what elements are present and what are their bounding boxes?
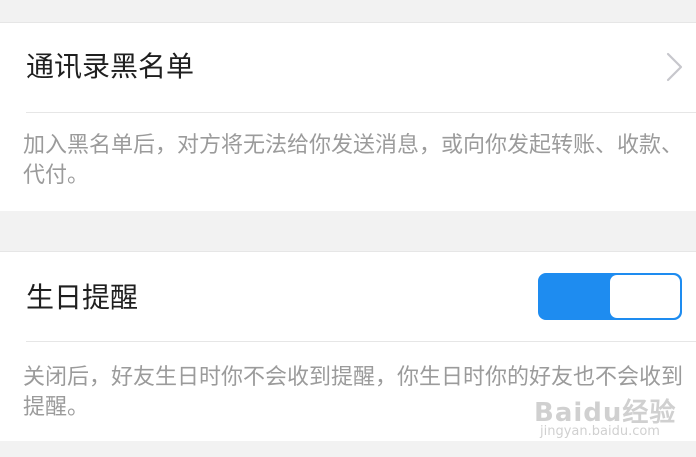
blacklist-description: 加入黑名单后，对方将无法给你发送消息，或向你发起转账、收款、代付。 [23, 133, 684, 188]
birthday-description: 关闭后，好友生日时你不会收到提醒，你生日时你的好友也不会收到提醒。 [23, 365, 684, 420]
row-divider [26, 112, 696, 113]
toggle-knob[interactable] [610, 275, 680, 318]
blacklist-title: 通讯录黑名单 [26, 50, 195, 83]
birthday-section: 生日提醒 关闭后，好友生日时你不会收到提醒，你生日时你的好友也不会收到提醒。 [0, 251, 696, 441]
birthday-reminder-toggle[interactable] [538, 273, 682, 320]
chevron-right-icon [666, 52, 683, 82]
blacklist-section: 通讯录黑名单 加入黑名单后，对方将无法给你发送消息，或向你发起转账、收款、代付。 [0, 22, 696, 211]
row-divider [26, 341, 696, 342]
birthday-row: 生日提醒 [0, 251, 696, 341]
blacklist-row[interactable]: 通讯录黑名单 [0, 22, 696, 112]
birthday-title: 生日提醒 [26, 281, 139, 314]
